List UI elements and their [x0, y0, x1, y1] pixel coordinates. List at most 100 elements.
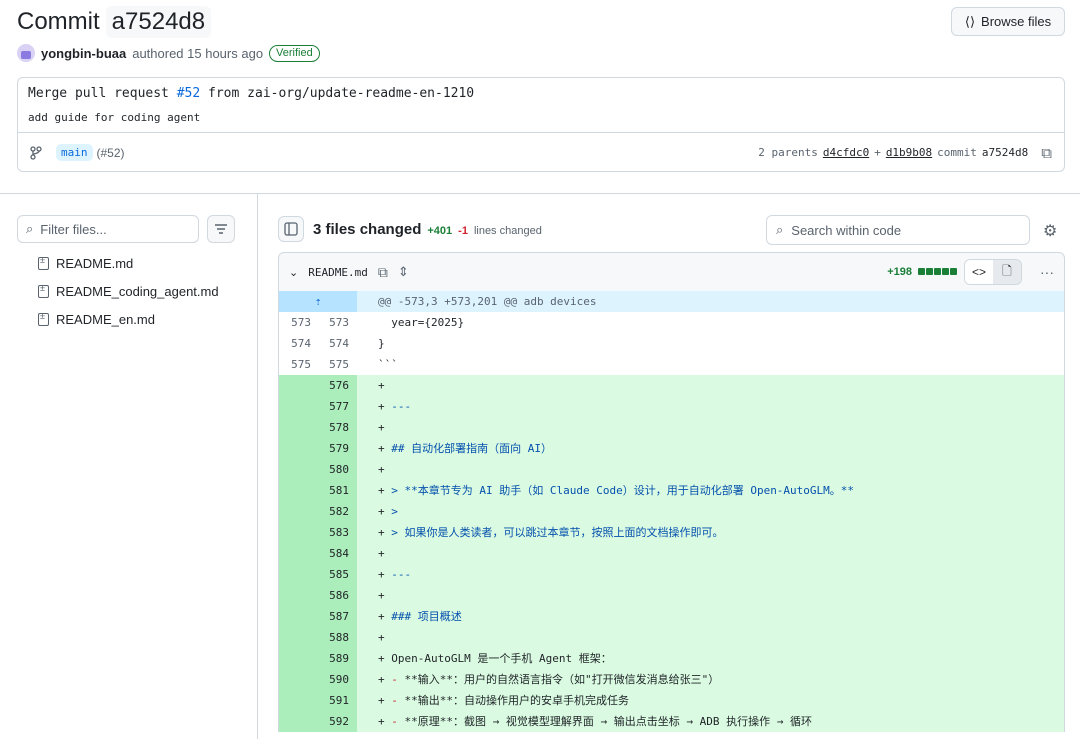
code-token: **输入**：用户的自然语言指令（如"打开微信发消息给张三"） [397, 673, 720, 686]
file-diff-icon [38, 283, 49, 298]
code-token: > 如果你是人类读者，可以跳过本章节，按照上面的文档操作即可。 [391, 526, 724, 539]
new-line-number[interactable]: 574 [319, 333, 357, 354]
old-line-number[interactable] [279, 375, 319, 396]
old-line-number[interactable]: 574 [279, 333, 319, 354]
new-line-number[interactable]: 586 [319, 585, 357, 606]
file-header: ⌄ README.md ⧉ ⇕ +198 <> 🗋 ··· [278, 252, 1065, 292]
expand-icon[interactable]: ⇕ [398, 264, 409, 280]
copy-icon[interactable]: ⧉ [1041, 144, 1052, 162]
diff-line: 579 + ## 自动化部署指南（面向 AI） [279, 438, 1064, 459]
code-token: + [378, 526, 392, 539]
old-line-number[interactable] [279, 480, 319, 501]
old-line-number[interactable] [279, 648, 319, 669]
parent1-link[interactable]: d4cfdc0 [823, 146, 869, 159]
code-token: + [378, 484, 392, 497]
diff-line: 574 574} [279, 333, 1064, 354]
sidebar-collapse-icon [284, 222, 298, 236]
new-line-number[interactable]: 591 [319, 690, 357, 711]
file-view-icon[interactable]: 🗋 [993, 260, 1021, 284]
new-line-number[interactable]: 587 [319, 606, 357, 627]
new-line-number[interactable]: 582 [319, 501, 357, 522]
search-icon: ⌕ [26, 221, 34, 236]
new-line-number[interactable]: 588 [319, 627, 357, 648]
new-line-number[interactable]: 589 [319, 648, 357, 669]
code-token: + [378, 547, 385, 560]
code-token: --- [391, 400, 412, 413]
diff-line: 575 575 ``` [279, 354, 1064, 375]
old-line-number[interactable] [279, 501, 319, 522]
hunk-header: ⇡ @@ -573,3 +573,201 @@ adb devices [279, 291, 1064, 312]
line-code: + > **本章节专为 AI 助手（如 Claude Code）设计，用于自动化… [357, 480, 1064, 501]
search-code-input[interactable]: ⌕ Search within code [766, 215, 1030, 245]
browse-files-button[interactable]: ⟨⟩ Browse files [951, 7, 1065, 36]
diff-line: 590 + - **输入**：用户的自然语言指令（如"打开微信发消息给张三"） [279, 669, 1064, 690]
filter-files-input[interactable]: ⌕ Filter files... [17, 215, 199, 243]
pr-ref[interactable]: (#52) [97, 146, 125, 160]
commit-footer: main (#52) 2 parents d4cfdc0 + d1b9b08 c… [18, 132, 1064, 172]
gear-icon[interactable]: ⚙ [1043, 221, 1057, 241]
code-token: **输出**：自动操作用户的安卓手机完成任务 [397, 694, 629, 707]
commit-body: add guide for coding agent [28, 111, 201, 124]
old-line-number[interactable] [279, 396, 319, 417]
pr-link[interactable]: #52 [177, 86, 200, 101]
old-line-number[interactable] [279, 543, 319, 564]
file-code-icon: ⟨⟩ [964, 13, 976, 29]
new-line-number[interactable]: 592 [319, 711, 357, 732]
line-code: ``` [357, 354, 1064, 375]
old-line-number[interactable] [279, 711, 319, 732]
toggle-sidebar-button[interactable] [278, 216, 304, 242]
copy-icon[interactable]: ⧉ [378, 264, 388, 281]
old-line-number[interactable] [279, 669, 319, 690]
new-line-number[interactable]: 575 [319, 354, 357, 375]
commit-label: commit [937, 146, 977, 159]
file-tree-item[interactable]: README_coding_agent.md [38, 283, 219, 299]
line-code: + [357, 375, 1064, 396]
new-line-number[interactable]: 580 [319, 459, 357, 480]
new-line-number[interactable]: 581 [319, 480, 357, 501]
diff-table: ⇡ @@ -573,3 +573,201 @@ adb devices 573 57… [278, 291, 1065, 732]
old-line-number[interactable] [279, 438, 319, 459]
chevron-down-icon[interactable]: ⌄ [289, 266, 298, 279]
filter-button[interactable] [207, 215, 235, 243]
code-token: - [391, 694, 398, 707]
file-tree-item[interactable]: README.md [38, 255, 133, 271]
old-line-number[interactable] [279, 564, 319, 585]
old-line-number[interactable] [279, 522, 319, 543]
old-line-number[interactable]: 573 [279, 312, 319, 333]
line-code: + Open-AutoGLM 是一个手机 Agent 框架： [357, 648, 1064, 669]
code-token: ### 项目概述 [391, 610, 462, 623]
old-line-number[interactable]: 575 [279, 354, 319, 375]
old-line-number[interactable] [279, 417, 319, 438]
old-line-number[interactable] [279, 690, 319, 711]
author-link[interactable]: yongbin-buaa [41, 46, 126, 61]
new-line-number[interactable]: 577 [319, 396, 357, 417]
old-line-number[interactable] [279, 459, 319, 480]
new-line-number[interactable]: 579 [319, 438, 357, 459]
new-line-number[interactable]: 583 [319, 522, 357, 543]
verified-badge[interactable]: Verified [269, 44, 320, 62]
file-name[interactable]: README.md [308, 266, 368, 279]
file-tree-item[interactable]: README_en.md [38, 311, 155, 327]
new-line-number[interactable]: 584 [319, 543, 357, 564]
code-token: } [378, 337, 385, 350]
line-code: + - **输入**：用户的自然语言指令（如"打开微信发消息给张三"） [357, 669, 1064, 690]
new-line-number[interactable]: 573 [319, 312, 357, 333]
code-view-icon[interactable]: <> [965, 260, 993, 284]
branch-link[interactable]: main [56, 144, 93, 161]
new-line-number[interactable]: 585 [319, 564, 357, 585]
new-line-number[interactable]: 578 [319, 417, 357, 438]
line-code: + [357, 585, 1064, 606]
expand-up-icon[interactable]: ⇡ [279, 291, 357, 312]
parent2-link[interactable]: d1b9b08 [886, 146, 932, 159]
more-options-icon[interactable]: ··· [1040, 264, 1054, 280]
diffstat-bar [918, 266, 958, 278]
new-line-number[interactable]: 576 [319, 375, 357, 396]
old-line-number[interactable] [279, 606, 319, 627]
new-line-number[interactable]: 590 [319, 669, 357, 690]
parents-label: 2 parents [758, 146, 818, 159]
search-placeholder: Search within code [791, 222, 902, 238]
diff-line: 580 + [279, 459, 1064, 480]
old-line-number[interactable] [279, 627, 319, 648]
old-line-number[interactable] [279, 585, 319, 606]
avatar[interactable] [17, 44, 35, 62]
